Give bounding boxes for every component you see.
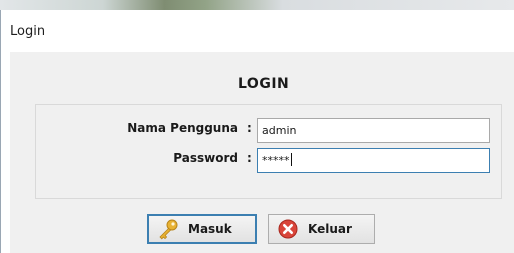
masuk-label: Masuk <box>188 222 232 236</box>
keluar-label: Keluar <box>308 222 352 236</box>
form-heading: LOGIN <box>238 76 290 92</box>
masuk-button[interactable]: Masuk <box>147 214 257 244</box>
window-title: Login <box>10 24 46 39</box>
username-colon: : <box>247 121 252 135</box>
window-titlebar: Login <box>1 10 514 52</box>
password-value: ***** <box>262 154 290 167</box>
username-value: admin <box>262 124 297 137</box>
close-circle-icon <box>278 219 298 239</box>
password-label: Password <box>173 151 238 165</box>
key-icon <box>159 219 178 240</box>
password-field[interactable]: ***** <box>257 148 490 173</box>
username-label: Nama Pengguna <box>127 121 238 135</box>
text-caret <box>290 153 292 166</box>
password-colon: : <box>247 151 252 165</box>
login-window: Login LOGIN Nama Pengguna : admin Passwo… <box>0 10 514 253</box>
credentials-group: Nama Pengguna : admin Password : ***** <box>35 104 502 199</box>
username-field[interactable]: admin <box>257 118 490 143</box>
keluar-button[interactable]: Keluar <box>268 214 375 244</box>
login-form-area: LOGIN Nama Pengguna : admin Password : *… <box>10 52 514 253</box>
